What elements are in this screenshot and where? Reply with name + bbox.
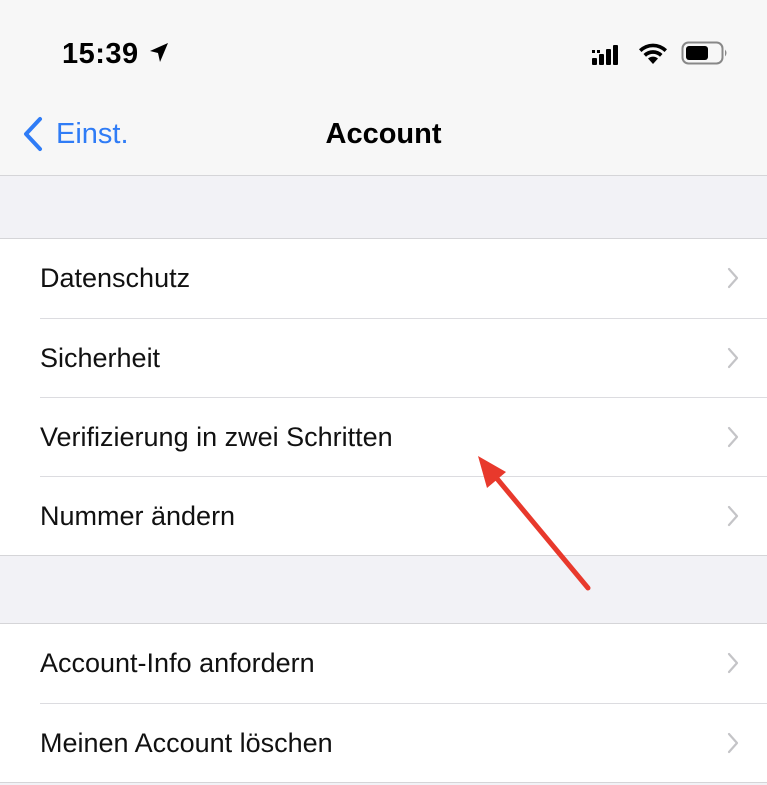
list-item-delete-account[interactable]: Meinen Account löschen — [0, 703, 767, 782]
status-bar: 15:39 — [0, 0, 767, 90]
list-item-datenschutz[interactable]: Datenschutz — [0, 239, 767, 318]
list-item-request-account-info[interactable]: Account-Info anfordern — [0, 624, 767, 703]
list-item-label: Datenschutz — [40, 263, 191, 293]
chevron-right-icon — [727, 652, 739, 674]
chevron-right-icon — [727, 347, 739, 369]
list-item-label: Nummer ändern — [40, 501, 236, 531]
cellular-signal-icon — [592, 45, 618, 65]
navigation-bar: Einst. Account — [0, 90, 767, 176]
page-title: Account — [325, 118, 442, 150]
chevron-right-icon — [727, 426, 739, 448]
chevron-right-icon — [727, 267, 739, 289]
list-item-label: Verifizierung in zwei Schritten — [40, 422, 393, 452]
chevron-right-icon — [727, 732, 739, 754]
wifi-icon — [639, 43, 667, 64]
chevron-right-icon — [727, 505, 739, 527]
list-item-label: Account-Info anfordern — [40, 648, 315, 678]
list-item-label: Sicherheit — [40, 343, 161, 373]
battery-icon — [681, 41, 727, 65]
list-item-two-step-verification[interactable]: Verifizierung in zwei Schritten — [0, 397, 767, 476]
settings-group-account-data: Account-Info anfordern Meinen Account lö… — [0, 623, 767, 783]
list-item-change-number[interactable]: Nummer ändern — [0, 476, 767, 555]
status-time: 15:39 — [62, 38, 139, 70]
list-item-label: Meinen Account löschen — [40, 728, 333, 758]
list-item-sicherheit[interactable]: Sicherheit — [0, 318, 767, 397]
location-arrow-icon — [150, 43, 168, 62]
settings-group-account: Datenschutz Sicherheit Verifizierung in … — [0, 238, 767, 556]
